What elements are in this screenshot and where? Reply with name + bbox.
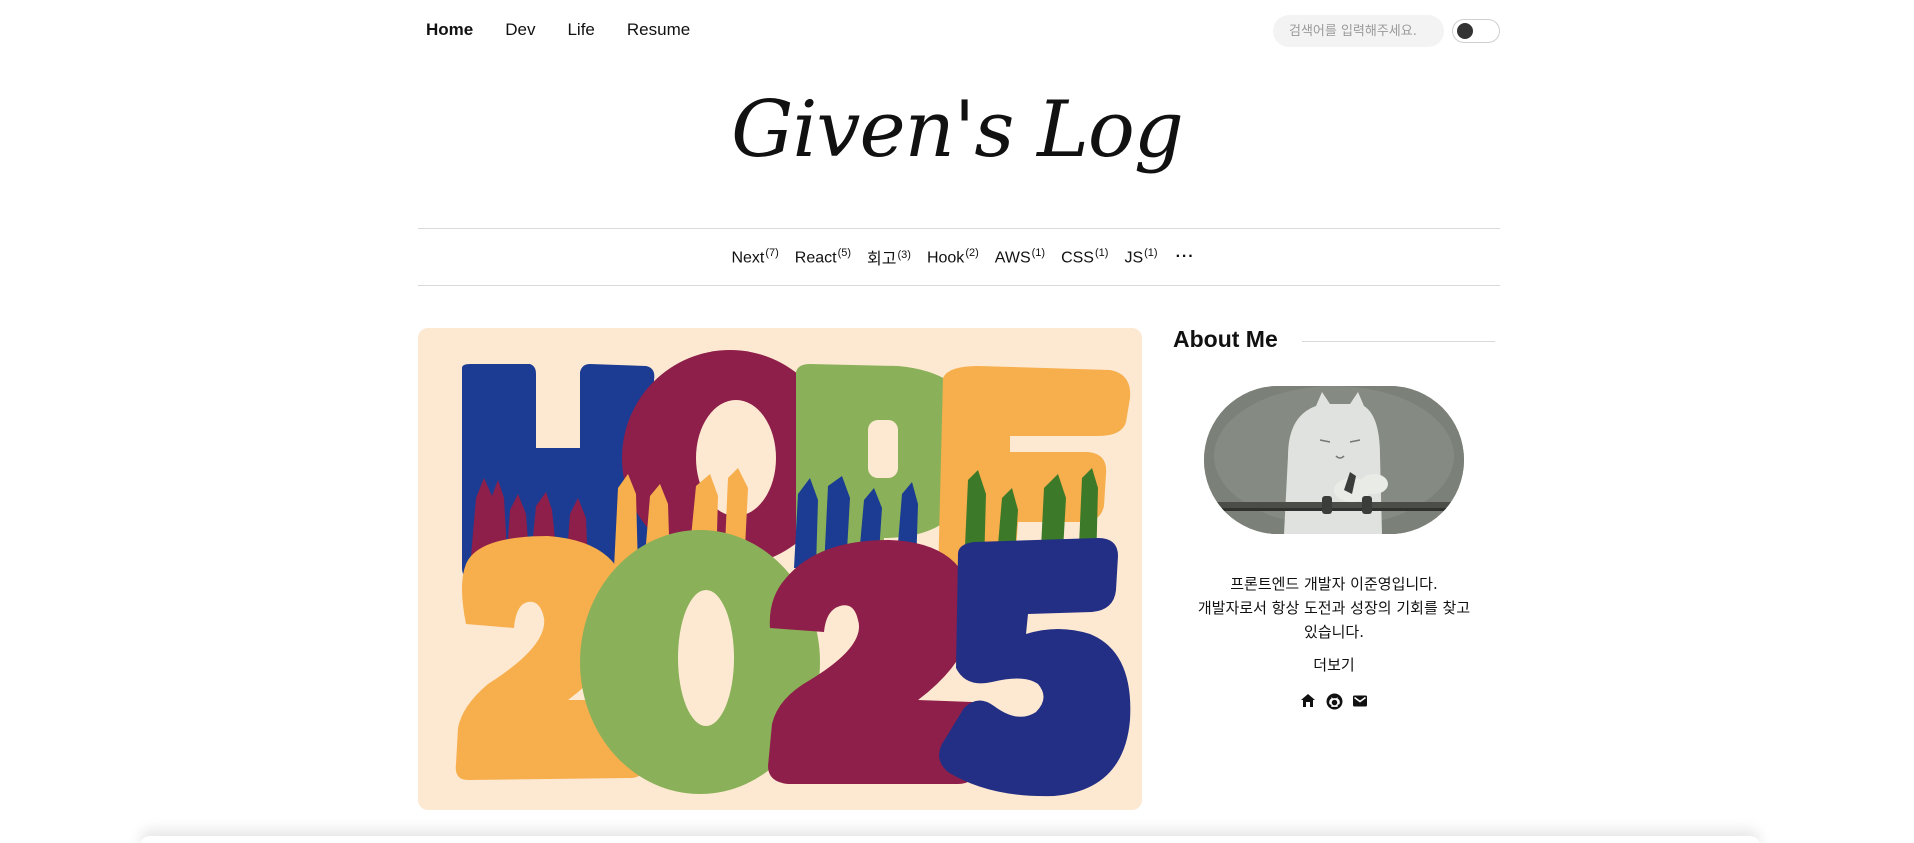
cat-illustration <box>1204 386 1464 534</box>
category-count: (3) <box>897 248 911 261</box>
category-count: (7) <box>765 246 779 259</box>
main-nav: Home Dev Life Resume <box>426 20 722 40</box>
category-bar: Next(7) React(5) 회고(3) Hook(2) AWS(1) CS… <box>418 228 1500 286</box>
social-links <box>1173 692 1495 710</box>
category-hook[interactable]: Hook(2) <box>927 247 979 267</box>
category-js[interactable]: JS(1) <box>1124 247 1157 267</box>
category-css[interactable]: CSS(1) <box>1061 247 1108 267</box>
divider <box>1301 341 1495 342</box>
bio-text: 프론트엔드 개발자 이준영입니다. 개발자로서 항상 도전과 성장의 기회를 찾… <box>1173 572 1495 644</box>
about-header: About Me <box>1173 326 1495 353</box>
toggle-switch-icon <box>1457 23 1473 39</box>
about-title: About Me <box>1173 326 1278 352</box>
github-icon[interactable] <box>1325 692 1343 710</box>
avatar <box>1204 386 1464 534</box>
category-aws[interactable]: AWS(1) <box>995 247 1045 267</box>
category-count: (1) <box>1144 246 1158 259</box>
site-logo[interactable]: Given's Log <box>0 87 1914 174</box>
hope-2025-illustration <box>455 350 1131 797</box>
category-count: (1) <box>1031 246 1046 259</box>
category-retrospective[interactable]: 회고(3) <box>867 245 911 269</box>
about-me-section: About Me 프론트엔드 개발자 이준영입니다. 개발자로서 항상 도전과 … <box>1173 326 1495 709</box>
nav-link-life[interactable]: Life <box>567 20 594 40</box>
category-label: React <box>794 249 837 267</box>
category-count: (5) <box>837 246 852 259</box>
category-label: JS <box>1124 249 1144 267</box>
category-count: (1) <box>1094 246 1109 259</box>
nav-link-dev[interactable]: Dev <box>505 20 535 40</box>
nav-link-home[interactable]: Home <box>426 20 473 40</box>
search-input[interactable] <box>1273 15 1444 47</box>
more-button[interactable]: 더보기 <box>1173 654 1495 675</box>
bio-line: 프론트엔드 개발자 이준영입니다. <box>1230 575 1438 593</box>
year-digits <box>455 530 1131 797</box>
category-label: Next <box>731 249 765 267</box>
bio-line: 개발자로서 항상 도전과 성장의 기회를 찾고 <box>1197 599 1471 617</box>
bio-line: 있습니다. <box>1304 623 1364 641</box>
mail-icon[interactable] <box>1351 692 1369 710</box>
theme-toggle[interactable] <box>1452 19 1500 43</box>
category-label: AWS <box>994 249 1031 267</box>
category-react[interactable]: React(5) <box>795 247 851 267</box>
nav-link-resume[interactable]: Resume <box>627 20 690 40</box>
category-label: 회고 <box>867 251 897 268</box>
bottom-edge-shadow <box>140 836 1760 843</box>
category-label: CSS <box>1061 249 1094 267</box>
search-box <box>1273 15 1444 47</box>
category-more-button[interactable]: ··· <box>1176 248 1195 266</box>
category-next[interactable]: Next(7) <box>731 247 778 267</box>
category-count: (2) <box>965 246 979 259</box>
featured-post-image[interactable] <box>418 328 1142 810</box>
home-icon[interactable] <box>1299 692 1317 710</box>
top-navigation: Home Dev Life Resume <box>418 0 1500 62</box>
category-label: Hook <box>926 249 965 267</box>
